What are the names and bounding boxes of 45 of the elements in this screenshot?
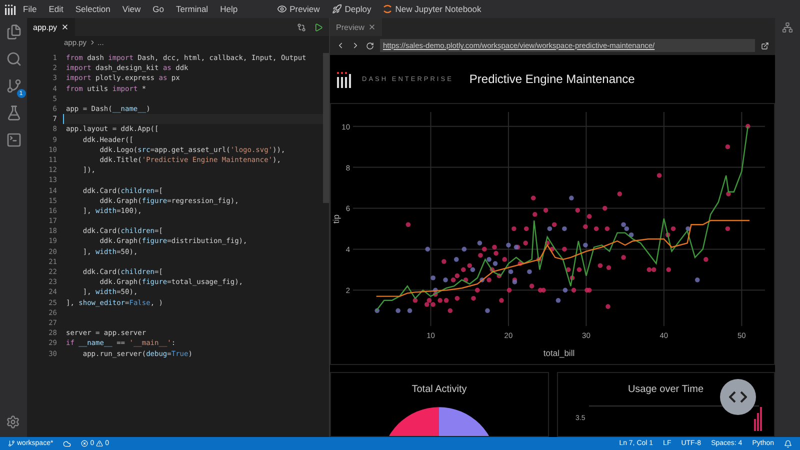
search-icon[interactable]: [6, 51, 22, 67]
error-icon: [81, 440, 88, 447]
menu-item[interactable]: Help: [215, 4, 243, 14]
chevron-icon: [88, 38, 96, 46]
reload-icon[interactable]: [366, 42, 374, 50]
menu-item[interactable]: View: [117, 4, 146, 14]
rocket-icon: [332, 4, 342, 14]
external-link-icon[interactable]: [761, 42, 769, 50]
menu-item[interactable]: Go: [148, 4, 169, 14]
diagram-icon[interactable]: [782, 22, 793, 33]
terminal-icon[interactable]: [6, 132, 22, 148]
menu-item[interactable]: Edit: [44, 4, 68, 14]
scrollbar-thumb[interactable]: [323, 53, 329, 203]
menu-item[interactable]: Terminal: [170, 4, 214, 14]
eye-icon: [276, 4, 287, 14]
close-icon[interactable]: [61, 23, 70, 31]
warning-icon: [96, 440, 104, 447]
run-icon[interactable]: [314, 22, 323, 32]
compare-icon[interactable]: [297, 22, 306, 32]
menu-item[interactable]: Selection: [70, 4, 116, 14]
cloud-icon[interactable]: [63, 440, 72, 448]
code-brackets-icon: [729, 391, 747, 403]
app-logo-icon[interactable]: [4, 4, 16, 14]
branch-icon: [8, 440, 15, 447]
card-title: Usage over Time: [628, 384, 704, 395]
toolbar-action[interactable]: Deploy: [332, 4, 372, 14]
files-icon[interactable]: [6, 24, 22, 40]
settings-icon[interactable]: [6, 415, 20, 429]
toolbar-action[interactable]: New Jupyter Notebook: [383, 4, 482, 14]
code-toggle-button[interactable]: [720, 379, 756, 415]
toolbar-action[interactable]: Preview: [276, 4, 320, 14]
bell-icon[interactable]: [784, 440, 792, 448]
preview-tab[interactable]: Preview: [330, 18, 382, 36]
dash-logo-icon: [336, 70, 352, 88]
flask-icon[interactable]: [6, 105, 22, 121]
y-axis-title: tip: [331, 214, 341, 224]
app-title: Predictive Engine Maintenance: [469, 72, 635, 86]
forward-icon[interactable]: [351, 41, 360, 50]
editor-tab[interactable]: app.py: [27, 18, 76, 36]
menu-item[interactable]: File: [18, 4, 42, 14]
source-control-icon[interactable]: [6, 78, 22, 94]
notebook-logo-icon: [383, 4, 392, 14]
x-axis-title: total_bill: [543, 348, 575, 358]
card-title: Total Activity: [412, 384, 467, 395]
back-icon[interactable]: [336, 41, 345, 50]
